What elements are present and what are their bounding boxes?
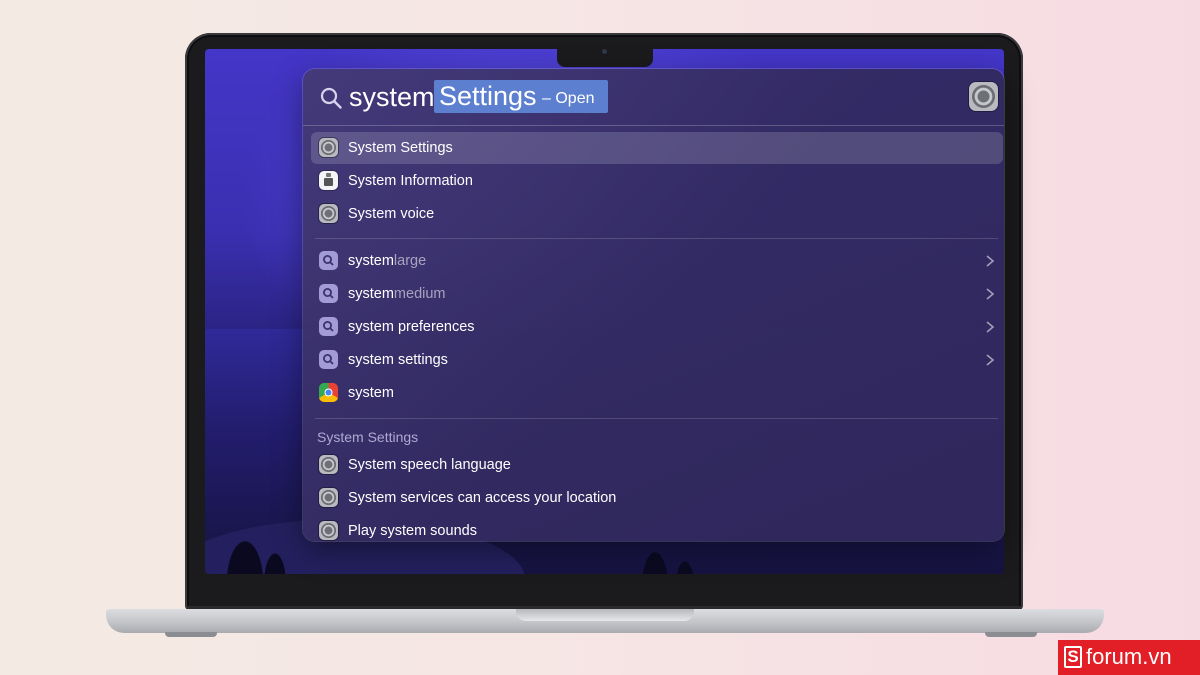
suggestion-systemlarge[interactable]: systemlarge: [311, 245, 1003, 277]
suggestion-label: system settings: [348, 352, 448, 368]
watermark-s-logo: S: [1064, 646, 1082, 668]
search-icon: [320, 87, 342, 109]
result-system-settings[interactable]: System Settings: [311, 132, 1003, 164]
result-label: System Information: [348, 173, 473, 189]
system-information-icon: [319, 171, 338, 190]
watermark-text: forum.vn: [1086, 644, 1172, 669]
chevron-right-icon: [986, 288, 995, 300]
setting-label: System speech language: [348, 457, 511, 473]
divider: [303, 125, 1004, 126]
suggestion-label: system preferences: [348, 319, 475, 335]
suggestion-system-settings[interactable]: system settings: [311, 344, 1003, 376]
spotlight-search-bar[interactable]: system Settings – Open: [303, 69, 1004, 126]
search-query[interactable]: system: [349, 79, 435, 115]
chevron-right-icon: [986, 255, 995, 267]
search-suggestion-icon: [319, 284, 338, 303]
setting-play-system-sounds[interactable]: Play system sounds: [311, 515, 1003, 541]
suggestion-label: systemmedium: [348, 286, 446, 302]
setting-label: Play system sounds: [348, 523, 477, 539]
system-settings-icon: [319, 488, 338, 507]
divider: [315, 418, 998, 419]
suggestion-system-preferences[interactable]: system preferences: [311, 311, 1003, 343]
chrome-icon: [319, 383, 338, 402]
system-settings-icon: [319, 204, 338, 223]
autocomplete-suggestion[interactable]: Settings – Open: [434, 80, 608, 113]
system-settings-icon: [319, 455, 338, 474]
section-header-system-settings: System Settings: [317, 429, 419, 445]
suggestion-label: system: [348, 385, 394, 401]
spotlight-panel: system Settings – Open System Settings S…: [303, 69, 1004, 541]
laptop-foot-left: [165, 632, 217, 637]
setting-system-speech-language[interactable]: System speech language: [311, 449, 1003, 481]
laptop-foot-right: [985, 632, 1037, 637]
laptop-opening-lip: [516, 609, 694, 621]
result-label: System voice: [348, 206, 435, 222]
result-system-information[interactable]: System Information: [311, 165, 1003, 197]
system-settings-icon: [319, 138, 338, 157]
result-system-voice[interactable]: System voice: [311, 198, 1003, 230]
search-suggestion-icon: [319, 350, 338, 369]
sforum-watermark-logo: S forum.vn: [1058, 640, 1200, 675]
chevron-right-icon: [986, 354, 995, 366]
divider: [315, 238, 998, 239]
setting-location-services[interactable]: System services can access your location: [311, 482, 1003, 514]
suggestion-system-chrome[interactable]: system: [311, 377, 1003, 409]
setting-label: System services can access your location: [348, 490, 617, 506]
suggestion-systemmedium[interactable]: systemmedium: [311, 278, 1003, 310]
system-settings-icon: [969, 82, 998, 111]
autocomplete-text: Settings: [439, 81, 537, 111]
camera-lens: [602, 49, 607, 54]
suggestion-label: systemlarge: [348, 253, 427, 269]
autocomplete-action: – Open: [542, 90, 595, 107]
search-suggestion-icon: [319, 251, 338, 270]
chevron-right-icon: [986, 321, 995, 333]
result-label: System Settings: [348, 140, 453, 156]
search-suggestion-icon: [319, 317, 338, 336]
system-settings-icon: [319, 521, 338, 540]
chip-glyph-icon: [324, 173, 333, 186]
